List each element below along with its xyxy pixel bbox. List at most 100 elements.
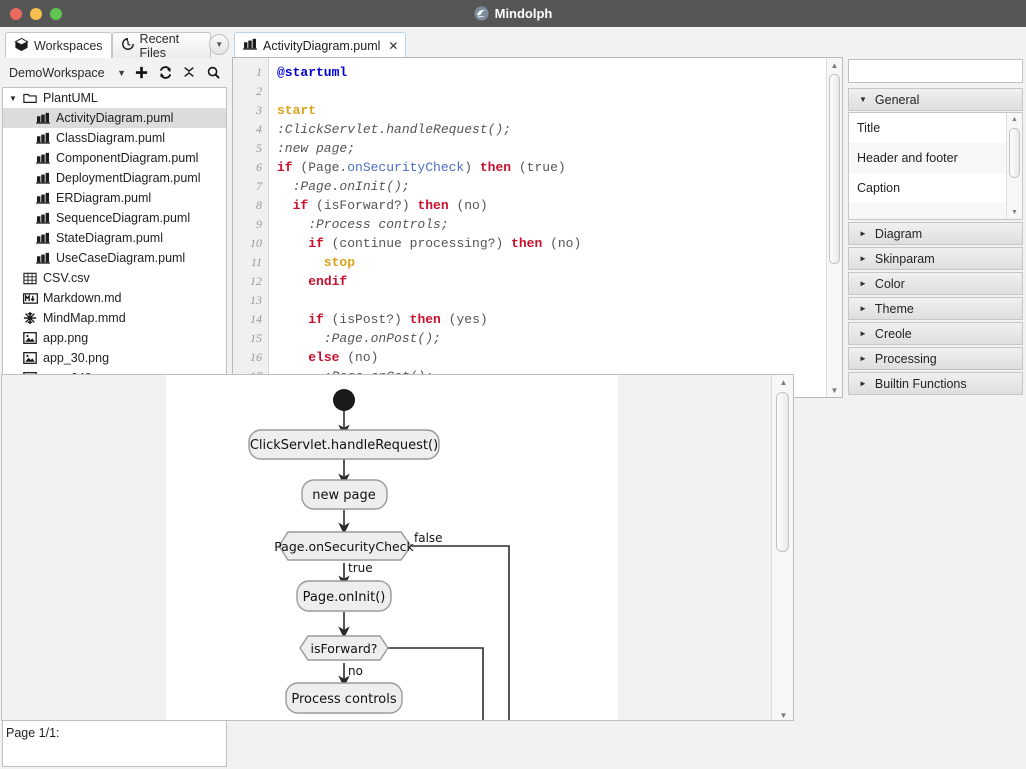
accordion-skinparam[interactable]: ► Skinparam xyxy=(848,247,1023,270)
close-icon[interactable]: ✕ xyxy=(388,39,398,53)
node-clickservlet: ClickServlet.handleRequest() xyxy=(248,429,440,460)
chevron-up-icon[interactable]: ▲ xyxy=(827,58,842,72)
workspace-toolbar: DemoWorkspace ▼ xyxy=(0,58,229,87)
chevron-down-icon[interactable]: ▼ xyxy=(772,708,793,720)
tree-item-label: StateDiagram.puml xyxy=(56,231,163,245)
svg-text:new page: new page xyxy=(312,488,375,503)
accordion-theme[interactable]: ► Theme xyxy=(848,297,1023,320)
code-editor[interactable]: 123456789101112131415161718 @startumlsta… xyxy=(232,57,843,398)
accordion-theme-label: Theme xyxy=(874,301,914,316)
accordion-color[interactable]: ► Color xyxy=(848,272,1023,295)
code-content[interactable]: @startuml start:ClickServlet.handleReques… xyxy=(269,58,826,397)
property-row-partial[interactable] xyxy=(849,203,1006,219)
accordion-general-body[interactable]: Title Header and footer Caption ▲ ▼ xyxy=(848,112,1023,220)
scrollbar-thumb[interactable] xyxy=(829,74,840,264)
start-node xyxy=(333,389,355,411)
code-token: then xyxy=(409,312,441,327)
collapse-icon[interactable] xyxy=(182,65,197,80)
editor-tab-label: ActivityDiagram.puml xyxy=(263,38,381,53)
refresh-icon[interactable] xyxy=(158,65,173,80)
accordion-diagram-label: Diagram xyxy=(874,226,923,241)
properties-filter-input[interactable] xyxy=(848,59,1023,83)
code-token: endif xyxy=(308,274,348,289)
property-row-caption[interactable]: Caption xyxy=(849,173,1006,203)
tree-item-label: MindMap.mmd xyxy=(43,311,126,325)
tree-item-app-png[interactable]: app.png xyxy=(3,328,226,348)
table-icon xyxy=(22,271,38,285)
accordion-creole[interactable]: ► Creole xyxy=(848,322,1023,345)
svg-text:isForward?: isForward? xyxy=(311,641,378,656)
line-number: 13 xyxy=(250,293,262,307)
tree-item-markdown[interactable]: Markdown.md xyxy=(3,288,226,308)
title-bar: Mindolph xyxy=(0,0,1026,27)
scrollbar-thumb[interactable] xyxy=(776,392,789,552)
preview-viewport[interactable]: ClickServlet.handleRequest() new page Pa… xyxy=(1,374,794,721)
activity-diagram-svg: ClickServlet.handleRequest() new page Pa… xyxy=(248,389,510,720)
node-processcontrols: Process controls xyxy=(285,682,403,714)
code-line: :ClickServlet.handleRequest(); xyxy=(277,120,826,139)
tree-item-label: UseCaseDiagram.puml xyxy=(56,251,186,265)
tree-item-activitydiagram[interactable]: ActivityDiagram.puml xyxy=(3,108,226,128)
code-token: if xyxy=(292,198,309,213)
puml-icon xyxy=(35,171,51,185)
triangle-right-icon: ► xyxy=(859,254,867,263)
chevron-down-icon[interactable]: ▼ xyxy=(209,34,229,55)
code-token: (Page. xyxy=(292,160,348,175)
decision-isforward: isForward? xyxy=(299,635,389,661)
tree-item-mindmap[interactable]: MindMap.mmd xyxy=(3,308,226,328)
tree-item-erdiagram[interactable]: ERDiagram.puml xyxy=(3,188,226,208)
tree-item-label: DeploymentDiagram.puml xyxy=(56,171,201,185)
tab-recent-files[interactable]: Recent Files xyxy=(111,31,212,60)
code-token: if xyxy=(308,236,324,251)
tree-item-componentdiagram[interactable]: ComponentDiagram.puml xyxy=(3,148,226,168)
chevron-down-icon[interactable]: ▼ xyxy=(1007,206,1022,219)
tree-item-classdiagram[interactable]: ClassDiagram.puml xyxy=(3,128,226,148)
triangle-down-icon[interactable]: ▼ xyxy=(9,94,22,103)
accordion-creole-label: Creole xyxy=(874,326,912,341)
chevron-down-icon[interactable]: ▼ xyxy=(117,68,126,78)
tree-item-label: SequenceDiagram.puml xyxy=(56,211,191,225)
code-token: then xyxy=(417,198,449,213)
triangle-right-icon: ► xyxy=(859,279,867,288)
tab-workspaces[interactable]: Workspaces xyxy=(5,32,112,58)
accordion-diagram[interactable]: ► Diagram xyxy=(848,222,1023,245)
svg-text:Page.onInit(): Page.onInit() xyxy=(303,590,386,605)
tab-recent-files-label: Recent Files xyxy=(139,31,180,60)
tree-item-csv[interactable]: CSV.csv xyxy=(3,268,226,288)
accordion-general[interactable]: ▼ General xyxy=(848,88,1023,111)
window-title: Mindolph xyxy=(494,6,553,21)
property-label: Title xyxy=(857,121,881,135)
search-icon[interactable] xyxy=(206,65,221,80)
property-row-title[interactable]: Title xyxy=(849,113,1006,143)
tree-item-deploymentdiagram[interactable]: DeploymentDiagram.puml xyxy=(3,168,226,188)
triangle-right-icon: ► xyxy=(859,229,867,238)
puml-icon xyxy=(243,38,257,53)
puml-icon xyxy=(35,211,51,225)
chevron-up-icon[interactable]: ▲ xyxy=(772,375,793,389)
tree-item-statediagram[interactable]: StateDiagram.puml xyxy=(3,228,226,248)
line-number: 1 xyxy=(256,65,262,79)
properties-scrollbar[interactable]: ▲ ▼ xyxy=(1006,113,1022,219)
code-token: :Page.onInit(); xyxy=(277,179,410,194)
preview-vertical-scrollbar[interactable]: ▲ ▼ xyxy=(771,375,793,720)
tree-item-sequencediagram[interactable]: SequenceDiagram.puml xyxy=(3,208,226,228)
line-number: 9 xyxy=(256,217,262,231)
tree-item-app30-png[interactable]: app_30.png xyxy=(3,348,226,368)
sidebar-tabstrip: Workspaces Recent Files ▼ xyxy=(0,30,229,60)
edge-label-false: false xyxy=(414,531,443,545)
tree-item-folder[interactable]: ▼ PlantUML xyxy=(3,88,226,108)
tree-item-usecasediagram[interactable]: UseCaseDiagram.puml xyxy=(3,248,226,268)
accordion-builtin-functions[interactable]: ► Builtin Functions xyxy=(848,372,1023,395)
editor-tab-activitydiagram[interactable]: ActivityDiagram.puml ✕ xyxy=(234,32,407,58)
property-row-header-footer[interactable]: Header and footer xyxy=(849,143,1006,173)
accordion-processing[interactable]: ► Processing xyxy=(848,347,1023,370)
editor-vertical-scrollbar[interactable]: ▲ ▼ xyxy=(826,58,842,397)
chevron-up-icon[interactable]: ▲ xyxy=(1007,113,1022,126)
code-token: (true) xyxy=(511,160,566,175)
code-line: :Page.onInit(); xyxy=(277,177,826,196)
scrollbar-thumb[interactable] xyxy=(1009,128,1020,178)
editor-tabstrip: ActivityDiagram.puml ✕ xyxy=(231,30,844,58)
code-token: start xyxy=(277,103,317,118)
plus-icon[interactable] xyxy=(134,65,149,80)
